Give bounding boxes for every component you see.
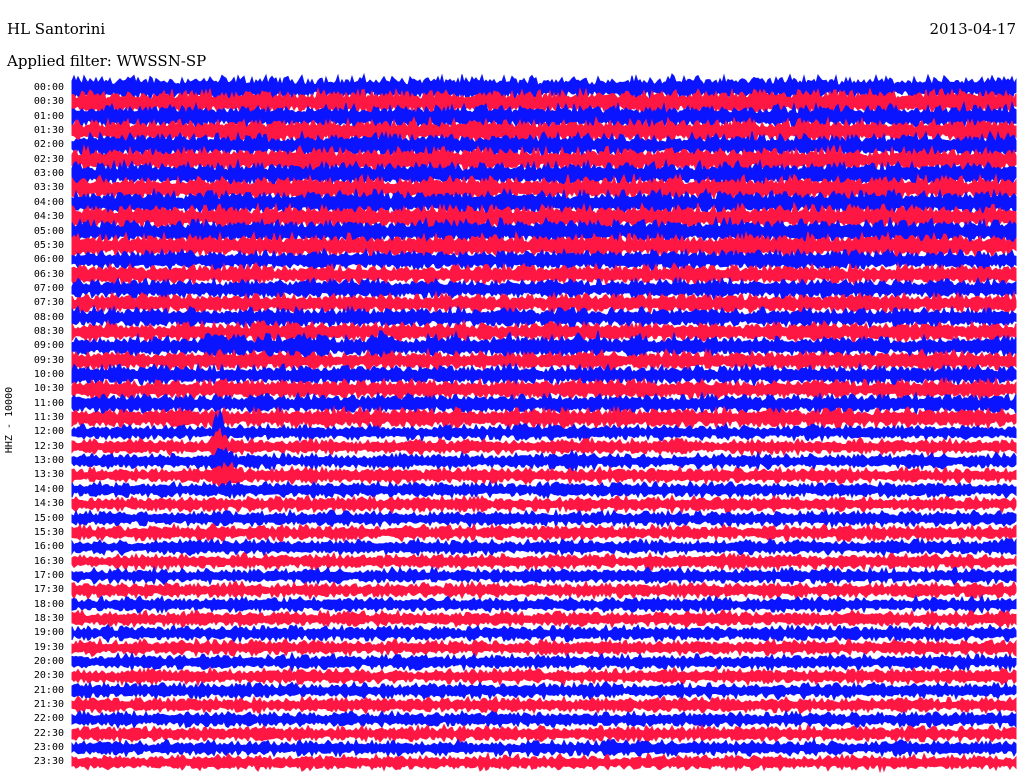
trace-1930 bbox=[71, 637, 1017, 658]
trace-1800 bbox=[71, 593, 1017, 615]
trace-1830 bbox=[71, 608, 1017, 630]
trace-1400 bbox=[71, 479, 1017, 501]
seismogram-plot bbox=[71, 72, 1017, 774]
trace-2230 bbox=[71, 723, 1017, 745]
trace-1630 bbox=[71, 551, 1017, 572]
trace-2300 bbox=[71, 737, 1017, 759]
trace-2000 bbox=[71, 651, 1017, 673]
trace-1530 bbox=[71, 522, 1017, 543]
trace-2200 bbox=[71, 709, 1017, 730]
trace-1700 bbox=[71, 565, 1017, 586]
trace-2330 bbox=[71, 751, 1017, 774]
trace-1730 bbox=[71, 580, 1017, 601]
trace-2100 bbox=[71, 680, 1017, 702]
